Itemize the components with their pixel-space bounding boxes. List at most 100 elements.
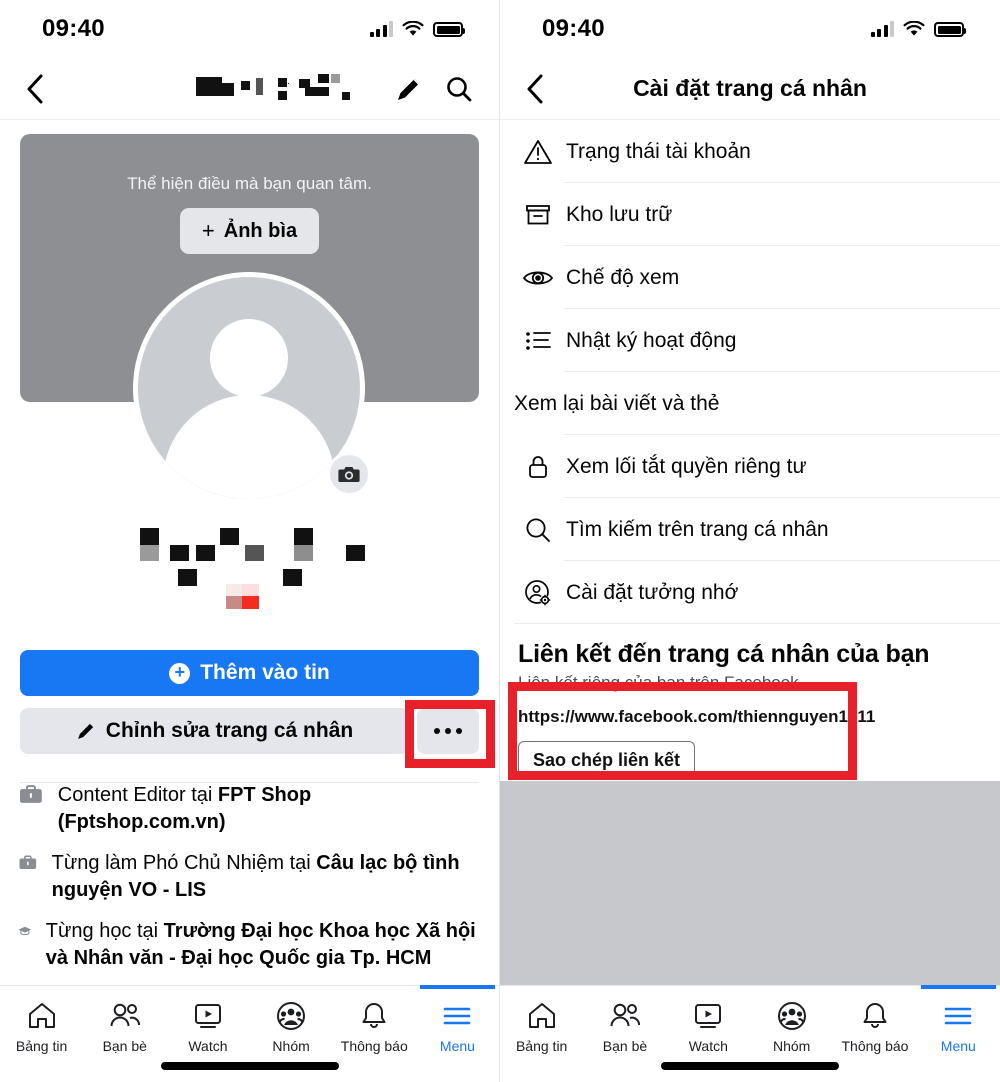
archive-box-icon bbox=[514, 202, 562, 228]
wifi-icon bbox=[402, 21, 424, 36]
tab-nhom[interactable]: Nhóm bbox=[250, 996, 333, 1054]
add-cover-photo-button[interactable]: + Ảnh bìa bbox=[179, 208, 320, 254]
status-bar-right: 09:40 bbox=[500, 0, 1000, 58]
pencil-icon bbox=[77, 723, 93, 739]
bottom-tab-bar-left: Bảng tin Bạn bè Watch Nhóm Thông báo Men… bbox=[0, 985, 499, 1082]
pencil-icon[interactable] bbox=[395, 75, 423, 103]
menu-item-label: Trạng thái tài khoản bbox=[566, 139, 751, 163]
home-indicator bbox=[661, 1062, 839, 1070]
tab-menu[interactable]: Menu bbox=[416, 985, 499, 1054]
list-item[interactable]: Từng học tại Trường Đại học Khoa học Xã … bbox=[18, 918, 481, 972]
bell-icon bbox=[333, 996, 416, 1036]
menu-item-label: Xem lối tắt quyền riêng tư bbox=[566, 454, 807, 478]
cellular-signal-icon bbox=[870, 21, 894, 37]
dot-icon bbox=[434, 728, 440, 734]
chevron-left-icon bbox=[27, 74, 43, 103]
menu-item-che-do-xem[interactable]: Chế độ xem bbox=[500, 246, 1000, 309]
nav-bar-left bbox=[0, 58, 499, 120]
bio-text: Từng làm Phó Chủ Nhiệm tại Câu lạc bộ tì… bbox=[51, 852, 460, 901]
copy-link-button[interactable]: Sao chép liên kết bbox=[518, 741, 696, 780]
tab-watch[interactable]: Watch bbox=[667, 996, 750, 1054]
groups-icon bbox=[750, 996, 833, 1036]
menu-item-xem-loi-tat-quyen-rieng-tu[interactable]: Xem lối tắt quyền riêng tư bbox=[500, 435, 1000, 498]
briefcase-icon bbox=[19, 785, 42, 803]
status-bar-left: 09:40 bbox=[0, 0, 499, 58]
dot-icon bbox=[445, 728, 451, 734]
content-placeholder-area bbox=[500, 781, 1000, 985]
avatar-body-shape bbox=[163, 395, 335, 499]
tab-thong-bao[interactable]: Thông báo bbox=[833, 996, 916, 1054]
profile-link-box[interactable]: https://www.facebook.com/thiennguyen1811… bbox=[518, 707, 982, 780]
account-gear-icon bbox=[514, 578, 562, 608]
tab-label: Bảng tin bbox=[515, 1038, 568, 1054]
home-icon bbox=[500, 996, 583, 1036]
tab-watch[interactable]: Watch bbox=[166, 996, 249, 1054]
list-item[interactable]: Từng làm Phó Chủ Nhiệm tại Câu lạc bộ tì… bbox=[18, 850, 481, 904]
tab-bang-tin[interactable]: Bảng tin bbox=[500, 996, 583, 1054]
search-icon bbox=[514, 516, 562, 544]
lock-icon bbox=[514, 453, 562, 481]
tab-ban-be[interactable]: Bạn bè bbox=[83, 996, 166, 1054]
tab-label: Nhóm bbox=[272, 1038, 310, 1054]
wifi-icon bbox=[903, 21, 925, 36]
menu-item-label: Chế độ xem bbox=[566, 265, 680, 289]
back-button-right[interactable] bbox=[526, 74, 560, 104]
bio-text: Content Editor tại FPT Shop (Fptshop.com… bbox=[57, 784, 312, 833]
status-icons bbox=[369, 21, 465, 37]
tab-label: Nhóm bbox=[772, 1038, 811, 1054]
change-avatar-button[interactable] bbox=[327, 452, 371, 496]
back-button-left[interactable] bbox=[26, 74, 60, 104]
menu-item-label: Nhật ký hoạt động bbox=[566, 328, 737, 352]
tab-label: Watch bbox=[688, 1038, 728, 1054]
settings-menu-list: Trạng thái tài khoản Kho lưu trữ Chế độ … bbox=[500, 120, 1000, 624]
edit-profile-button[interactable]: Chỉnh sửa trang cá nhân bbox=[20, 708, 409, 754]
tab-ban-be[interactable]: Bạn bè bbox=[583, 996, 666, 1054]
status-icons bbox=[870, 21, 966, 37]
menu-item-label: Xem lại bài viết và thẻ bbox=[514, 391, 720, 415]
plus-icon: + bbox=[201, 218, 215, 243]
menu-item-tim-kiem-tren-trang-ca-nhan[interactable]: Tìm kiếm trên trang cá nhân bbox=[500, 498, 1000, 561]
more-options-button[interactable] bbox=[417, 708, 479, 754]
add-to-story-button[interactable]: + Thêm vào tin bbox=[20, 650, 479, 696]
tab-label: Bạn bè bbox=[102, 1038, 147, 1054]
add-cover-photo-label: Ảnh bìa bbox=[223, 219, 298, 242]
section-subtitle: Liên kết riêng của bạn trên Facebook. bbox=[518, 673, 804, 692]
friends-icon bbox=[583, 996, 666, 1036]
menu-item-label: Tìm kiếm trên trang cá nhân bbox=[566, 517, 829, 541]
profile-link-section: Liên kết đến trang cá nhân của bạn Liên … bbox=[500, 624, 1000, 780]
section-title: Liên kết đến trang cá nhân của bạn bbox=[518, 640, 930, 668]
menu-hamburger-icon bbox=[917, 996, 1000, 1036]
activity-list-icon bbox=[514, 329, 562, 353]
battery-full-icon bbox=[934, 22, 966, 37]
search-icon[interactable] bbox=[445, 75, 473, 103]
tab-menu[interactable]: Menu bbox=[917, 985, 1000, 1054]
tab-label: Menu bbox=[940, 1038, 976, 1054]
home-indicator bbox=[160, 1062, 339, 1070]
menu-item-nhat-ky-hoat-dong[interactable]: Nhật ký hoạt động bbox=[500, 309, 1000, 372]
menu-item-cai-dat-tuong-nho[interactable]: Cài đặt tưởng nhớ bbox=[500, 561, 1000, 624]
menu-item-kho-luu-tru[interactable]: Kho lưu trữ bbox=[500, 183, 1000, 246]
avatar-wrapper[interactable] bbox=[133, 272, 371, 504]
groups-icon bbox=[250, 996, 333, 1036]
battery-full-icon bbox=[433, 22, 465, 37]
tab-label: Thông báo bbox=[340, 1038, 408, 1054]
avatar-head-shape bbox=[210, 319, 288, 397]
tab-bang-tin[interactable]: Bảng tin bbox=[0, 996, 83, 1054]
watch-icon bbox=[667, 996, 750, 1036]
eye-icon bbox=[514, 266, 562, 290]
tab-label: Watch bbox=[188, 1038, 228, 1054]
menu-item-trang-thai-tai-khoan[interactable]: Trạng thái tài khoản bbox=[500, 120, 1000, 183]
tab-thong-bao[interactable]: Thông báo bbox=[333, 996, 416, 1054]
chevron-left-icon bbox=[527, 74, 543, 103]
list-item[interactable]: Content Editor tại FPT Shop (Fptshop.com… bbox=[18, 782, 481, 836]
graduation-cap-icon bbox=[18, 926, 32, 935]
nav-bar-right: Cài đặt trang cá nhân bbox=[500, 58, 1000, 120]
menu-item-xem-lai-bai-viet-va-the[interactable]: Xem lại bài viết và thẻ bbox=[500, 372, 1000, 435]
profile-action-buttons: + Thêm vào tin Chỉnh sửa trang cá nhân bbox=[0, 650, 499, 754]
menu-hamburger-icon bbox=[416, 996, 499, 1036]
profile-url-text[interactable]: https://www.facebook.com/thiennguyen1811 bbox=[518, 707, 982, 727]
bell-icon bbox=[833, 996, 916, 1036]
menu-item-label: Kho lưu trữ bbox=[566, 202, 673, 226]
tab-label: Bảng tin bbox=[15, 1038, 68, 1054]
tab-nhom[interactable]: Nhóm bbox=[750, 996, 833, 1054]
